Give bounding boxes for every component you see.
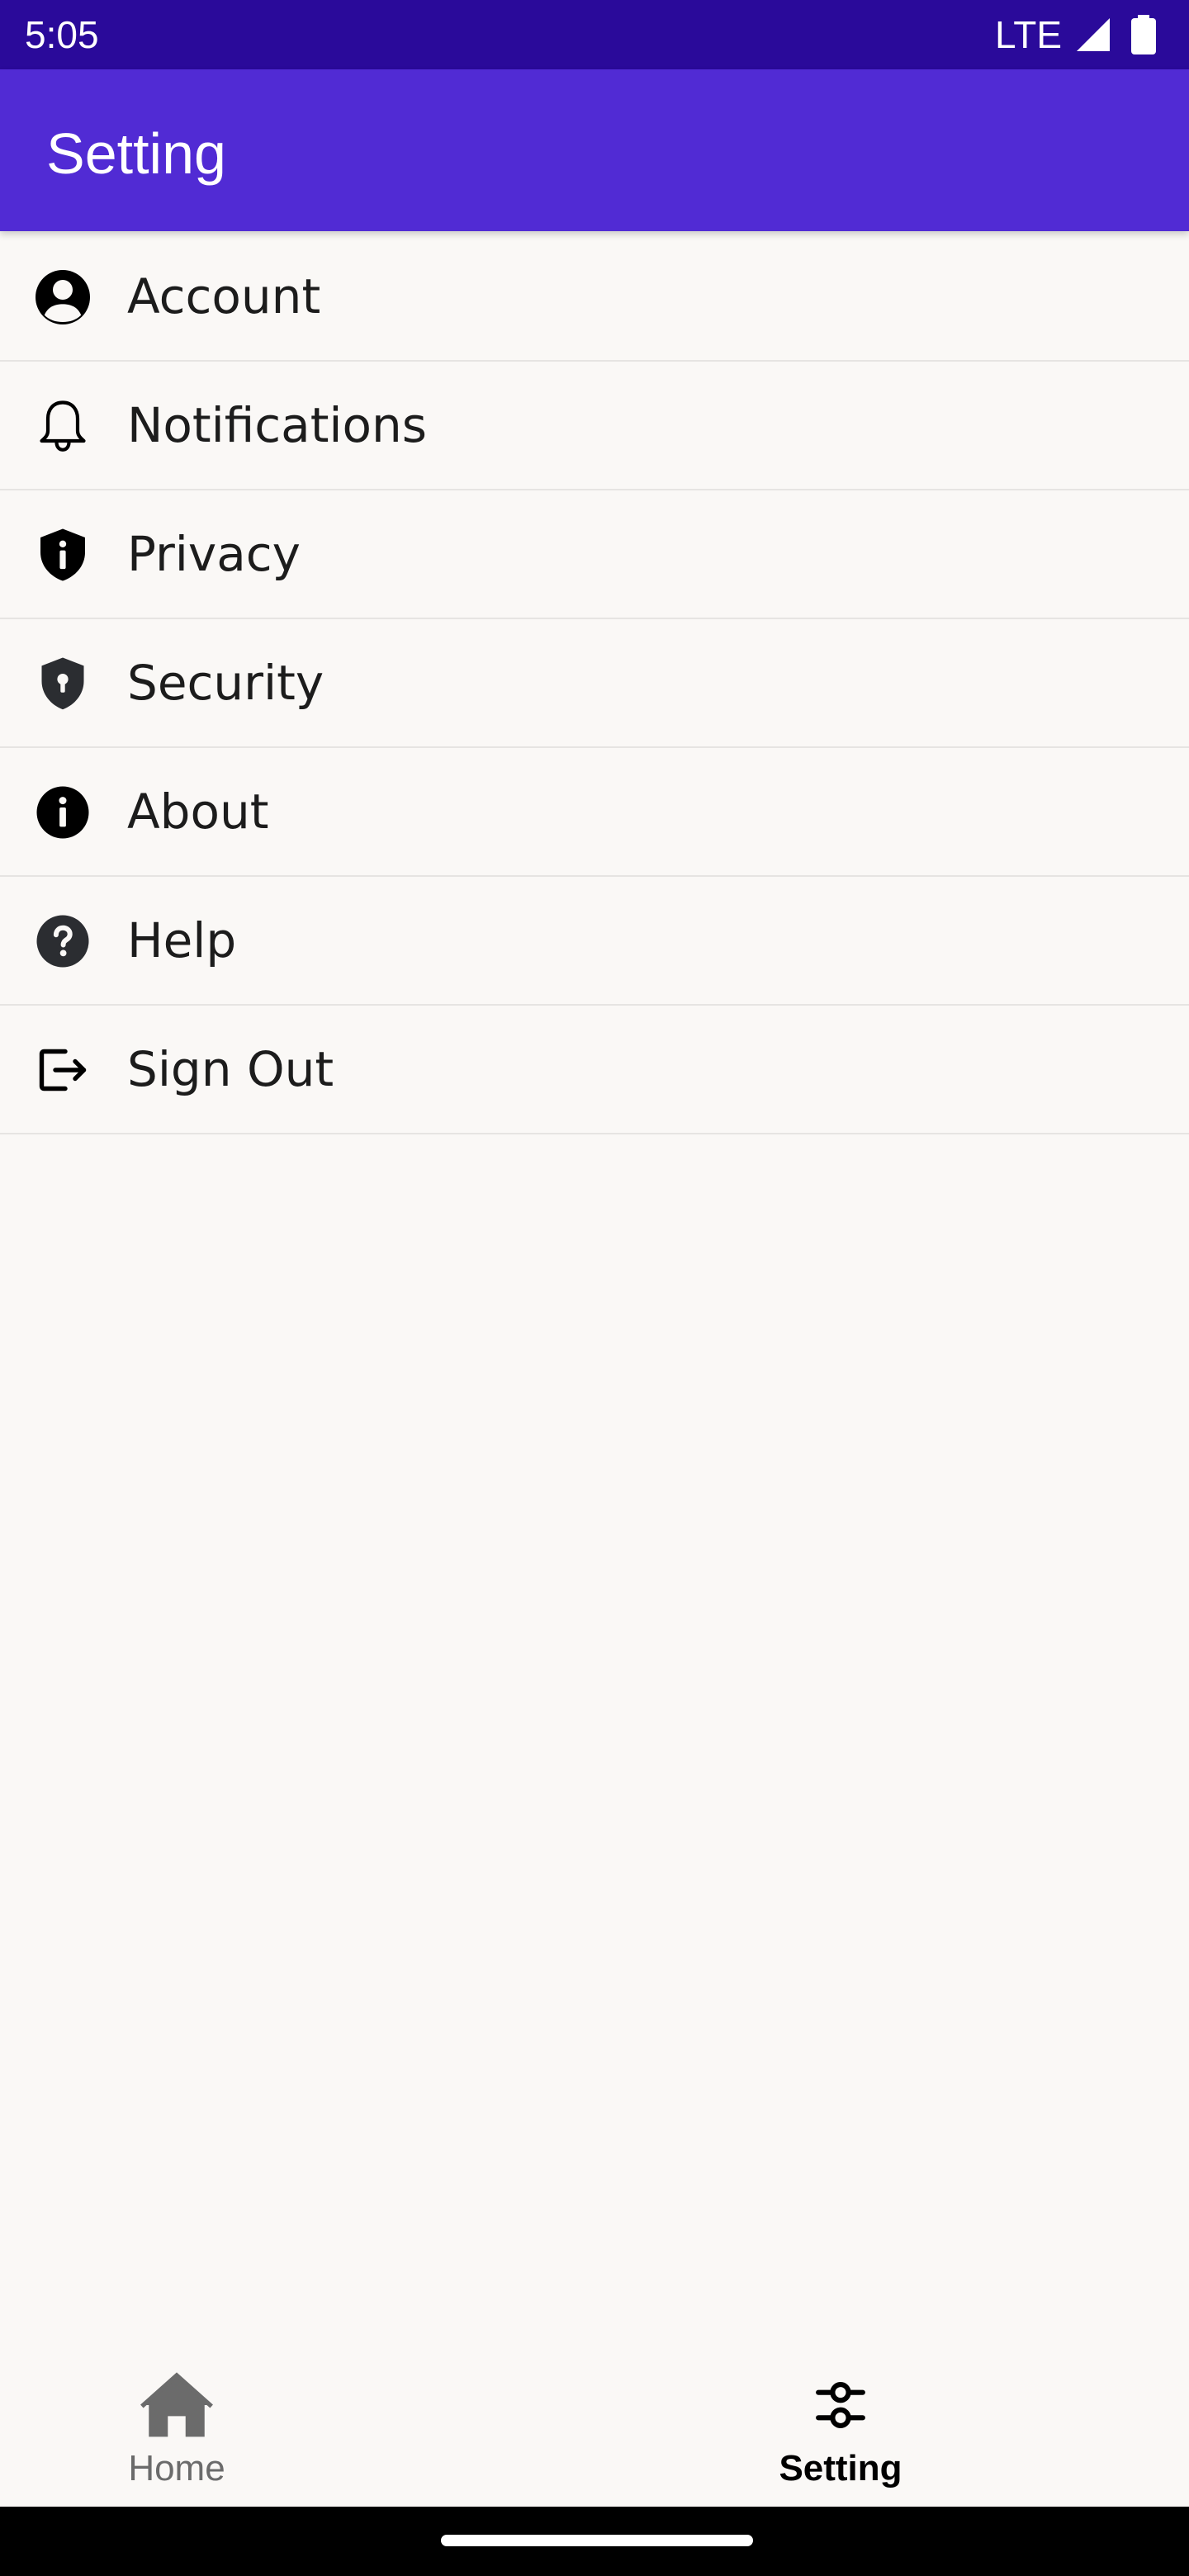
status-bar: 5:05 LTE [0, 0, 1189, 69]
settings-item-label: Security [127, 655, 324, 711]
tab-home-label: Home [128, 2448, 225, 2488]
settings-item-label: Help [127, 912, 237, 968]
settings-item-label: Account [127, 268, 321, 324]
settings-list: Account Notifications Privacy Security A… [0, 233, 1189, 1134]
cell-signal-icon [1077, 18, 1110, 51]
sign-out-icon [33, 1040, 92, 1100]
settings-item-label: Sign Out [127, 1041, 334, 1097]
security-shield-lock-icon [33, 654, 92, 713]
network-type: LTE [995, 13, 1062, 56]
tab-setting-label: Setting [779, 2448, 902, 2488]
settings-item-help[interactable]: Help [0, 877, 1189, 1006]
settings-item-privacy[interactable]: Privacy [0, 490, 1189, 619]
settings-item-sign-out[interactable]: Sign Out [0, 1006, 1189, 1134]
account-circle-icon [33, 268, 92, 327]
settings-item-about[interactable]: About [0, 748, 1189, 877]
app-bar: Setting [0, 69, 1189, 231]
bell-icon [33, 396, 92, 456]
status-time: 5:05 [25, 13, 99, 56]
status-indicators: LTE [995, 12, 1156, 58]
tab-home[interactable]: Home [0, 2332, 594, 2507]
tab-setting[interactable]: Setting [594, 2332, 1189, 2507]
help-icon [33, 912, 92, 971]
home-gesture-handle[interactable] [441, 2535, 753, 2546]
battery-icon [1131, 15, 1156, 54]
settings-item-account[interactable]: Account [0, 233, 1189, 362]
settings-item-security[interactable]: Security [0, 619, 1189, 748]
home-icon [139, 2370, 215, 2441]
settings-item-notifications[interactable]: Notifications [0, 362, 1189, 490]
bottom-navigation: Home Setting [0, 2332, 1189, 2507]
settings-item-label: About [127, 784, 269, 840]
info-icon [33, 783, 92, 842]
page-title: Setting [46, 121, 226, 186]
settings-item-label: Privacy [127, 526, 301, 582]
privacy-shield-icon [33, 525, 92, 585]
sliders-icon [803, 2370, 879, 2441]
system-navigation-bar [0, 2507, 1189, 2576]
settings-item-label: Notifications [127, 397, 428, 453]
